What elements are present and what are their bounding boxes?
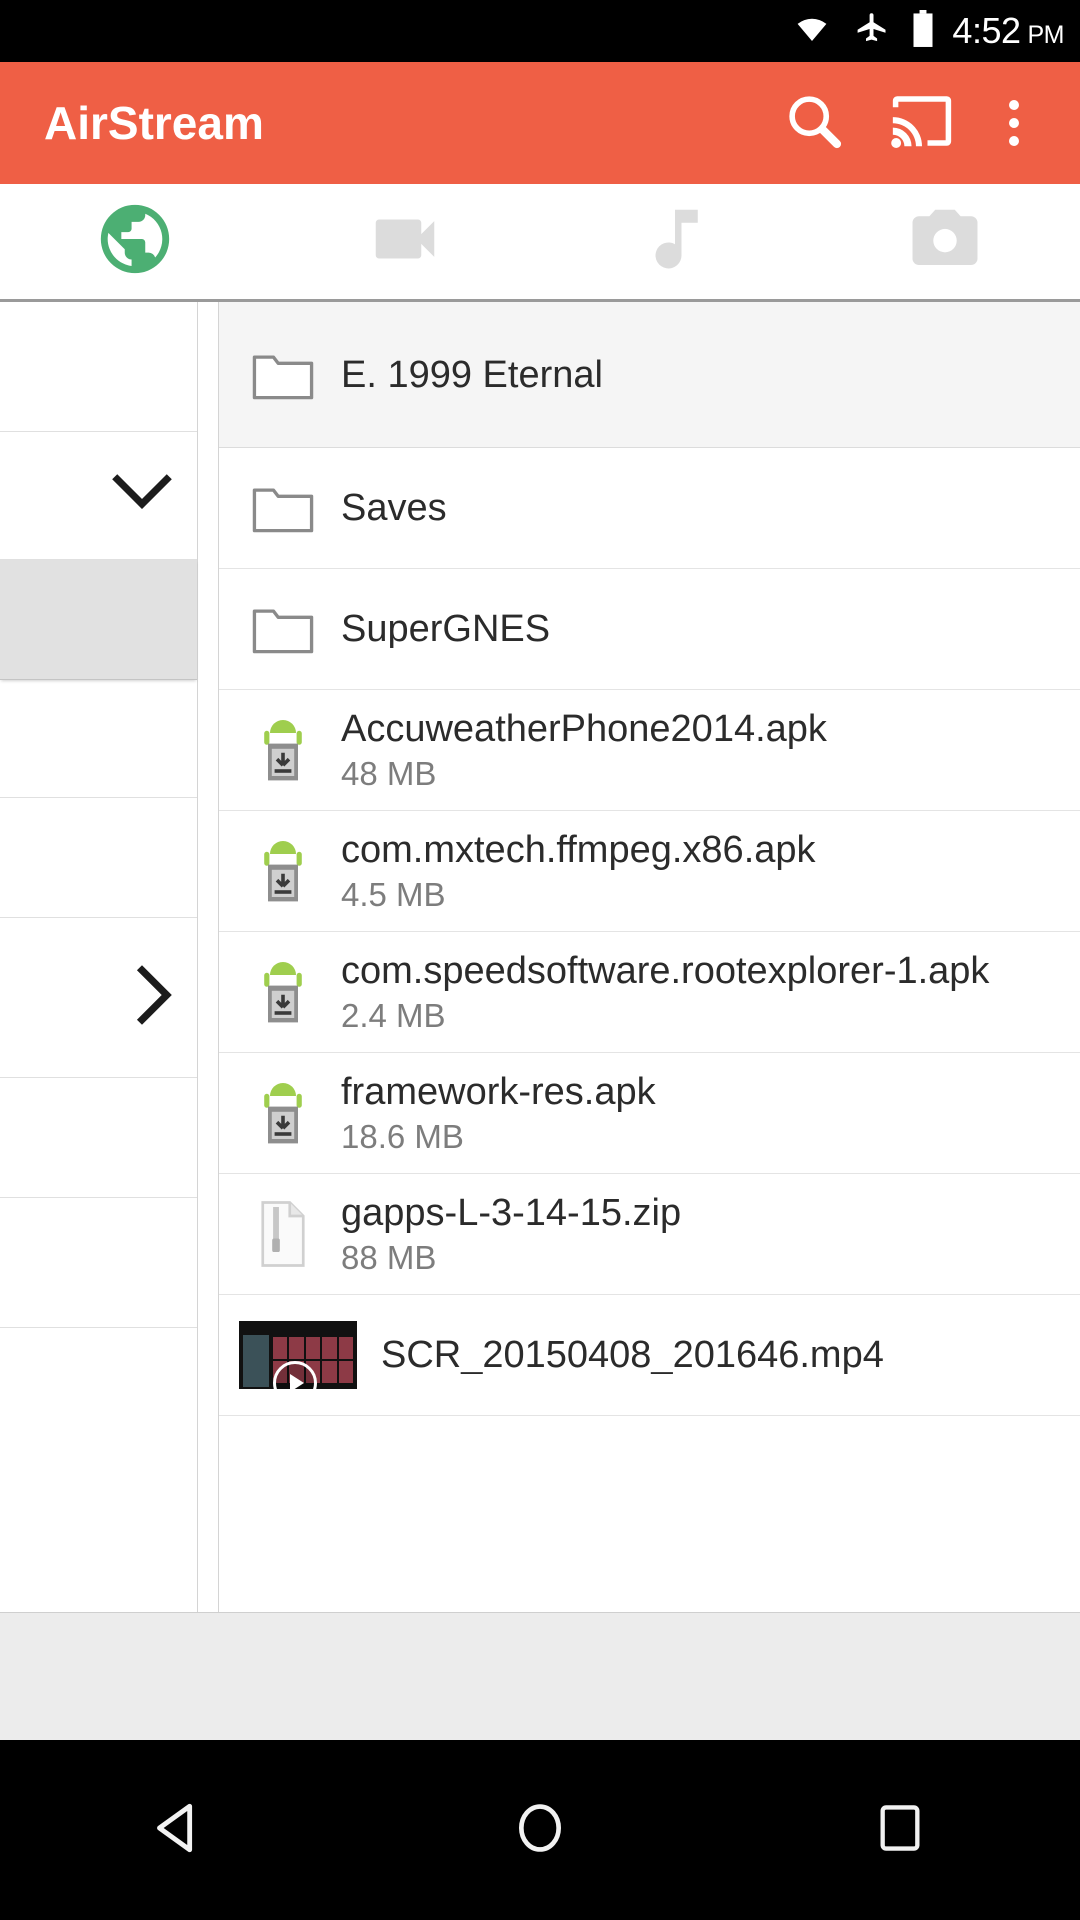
file-size: 18.6 MB [341, 1118, 464, 1156]
list-item-text: com.speedsoftware.rootexplorer-1.apk 2.4… [341, 950, 1080, 1035]
app-bar-actions [760, 69, 1052, 177]
nav-recents-button[interactable] [720, 1740, 1080, 1920]
tab-video[interactable] [270, 184, 540, 299]
overflow-menu-button[interactable] [976, 69, 1052, 177]
left-panel-row-2[interactable] [0, 432, 197, 560]
file-list[interactable]: E. 1999 Eternal Saves SuperGNES Accuweat… [218, 302, 1080, 1612]
content-area: E. 1999 Eternal Saves SuperGNES Accuweat… [0, 302, 1080, 1612]
list-item[interactable]: AccuweatherPhone2014.apk 48 MB [219, 690, 1080, 811]
file-name: framework-res.apk [341, 1070, 656, 1113]
left-panel-row-8[interactable] [0, 1198, 197, 1328]
cast-icon [889, 88, 955, 159]
chevron-down-icon [109, 471, 175, 520]
battery-icon [912, 9, 934, 53]
cast-button[interactable] [868, 69, 976, 177]
app-title: AirStream [44, 97, 264, 149]
apk-icon [245, 715, 321, 785]
file-name: AccuweatherPhone2014.apk [341, 707, 827, 750]
apk-icon [245, 1078, 321, 1148]
list-item[interactable]: Saves [219, 448, 1080, 569]
list-item-text: Saves [341, 489, 1080, 527]
left-panel-row-1[interactable] [0, 302, 197, 432]
folder-icon [245, 604, 321, 654]
camera-icon [906, 200, 984, 283]
list-item-text: framework-res.apk 18.6 MB [341, 1071, 1080, 1156]
list-item[interactable]: gapps-L-3-14-15.zip 88 MB [219, 1174, 1080, 1295]
list-item[interactable]: SCR_20150408_201646.mp4 [219, 1295, 1080, 1416]
list-item-text: SuperGNES [341, 610, 1080, 648]
folder-icon [245, 483, 321, 533]
list-item-text: com.mxtech.ffmpeg.x86.apk 4.5 MB [341, 829, 1080, 914]
tab-photos[interactable] [810, 184, 1080, 299]
list-item-text: E. 1999 Eternal [341, 356, 1080, 394]
list-item[interactable]: framework-res.apk 18.6 MB [219, 1053, 1080, 1174]
zip-icon [245, 1200, 321, 1268]
app-bar: AirStream [0, 62, 1080, 184]
tab-music[interactable] [540, 184, 810, 299]
list-item[interactable]: com.mxtech.ffmpeg.x86.apk 4.5 MB [219, 811, 1080, 932]
airplane-mode-icon [854, 11, 890, 52]
file-name: E. 1999 Eternal [341, 355, 603, 394]
list-item-text: gapps-L-3-14-15.zip 88 MB [341, 1192, 1080, 1277]
home-circle-icon [512, 1800, 568, 1861]
left-panel[interactable] [0, 302, 198, 1612]
nav-back-button[interactable] [0, 1740, 360, 1920]
system-nav-bar [0, 1740, 1080, 1920]
left-panel-row-4[interactable] [0, 680, 197, 798]
file-size: 88 MB [341, 1239, 437, 1277]
left-panel-row-3[interactable] [0, 560, 197, 680]
video-thumbnail [239, 1321, 357, 1389]
status-icons [792, 9, 934, 53]
wifi-icon [792, 13, 832, 50]
file-name: gapps-L-3-14-15.zip [341, 1191, 682, 1234]
left-panel-row-7[interactable] [0, 1078, 197, 1198]
file-name: SuperGNES [341, 610, 551, 648]
status-bar-clock: 4:52 PM [952, 10, 1064, 52]
chevron-right-icon [131, 962, 175, 1033]
list-item-text: AccuweatherPhone2014.apk 48 MB [341, 708, 1080, 793]
list-item-text: SCR_20150408_201646.mp4 [381, 1336, 1080, 1374]
clock-ampm: PM [1027, 21, 1065, 49]
file-name: com.mxtech.ffmpeg.x86.apk [341, 828, 816, 871]
search-button[interactable] [760, 69, 868, 177]
file-name: SCR_20150408_201646.mp4 [381, 1336, 884, 1374]
tab-strip [0, 184, 1080, 302]
back-triangle-icon [151, 1799, 209, 1862]
video-camera-icon [366, 200, 444, 283]
apk-icon [245, 836, 321, 906]
left-panel-row-5[interactable] [0, 798, 197, 918]
list-item[interactable]: SuperGNES [219, 569, 1080, 690]
apk-icon [245, 957, 321, 1027]
nav-home-button[interactable] [360, 1740, 720, 1920]
search-icon [782, 89, 846, 158]
list-item[interactable]: com.speedsoftware.rootexplorer-1.apk 2.4… [219, 932, 1080, 1053]
recents-square-icon [876, 1802, 924, 1859]
video-thumb-panel [243, 1335, 269, 1387]
clock-time: 4:52 [952, 10, 1021, 51]
tab-browse[interactable] [0, 184, 270, 299]
left-panel-row-6[interactable] [0, 918, 197, 1078]
file-size: 48 MB [341, 755, 437, 793]
file-size: 2.4 MB [341, 997, 446, 1035]
file-name: Saves [341, 489, 447, 527]
bottom-strip [0, 1612, 1080, 1740]
music-note-icon [636, 200, 714, 283]
file-size: 4.5 MB [341, 876, 446, 914]
overflow-menu-icon [1009, 100, 1019, 146]
list-item[interactable]: E. 1999 Eternal [219, 302, 1080, 448]
folder-icon [245, 350, 321, 400]
globe-icon [94, 198, 176, 285]
file-name: com.speedsoftware.rootexplorer-1.apk [341, 949, 990, 992]
status-bar: 4:52 PM [0, 0, 1080, 62]
